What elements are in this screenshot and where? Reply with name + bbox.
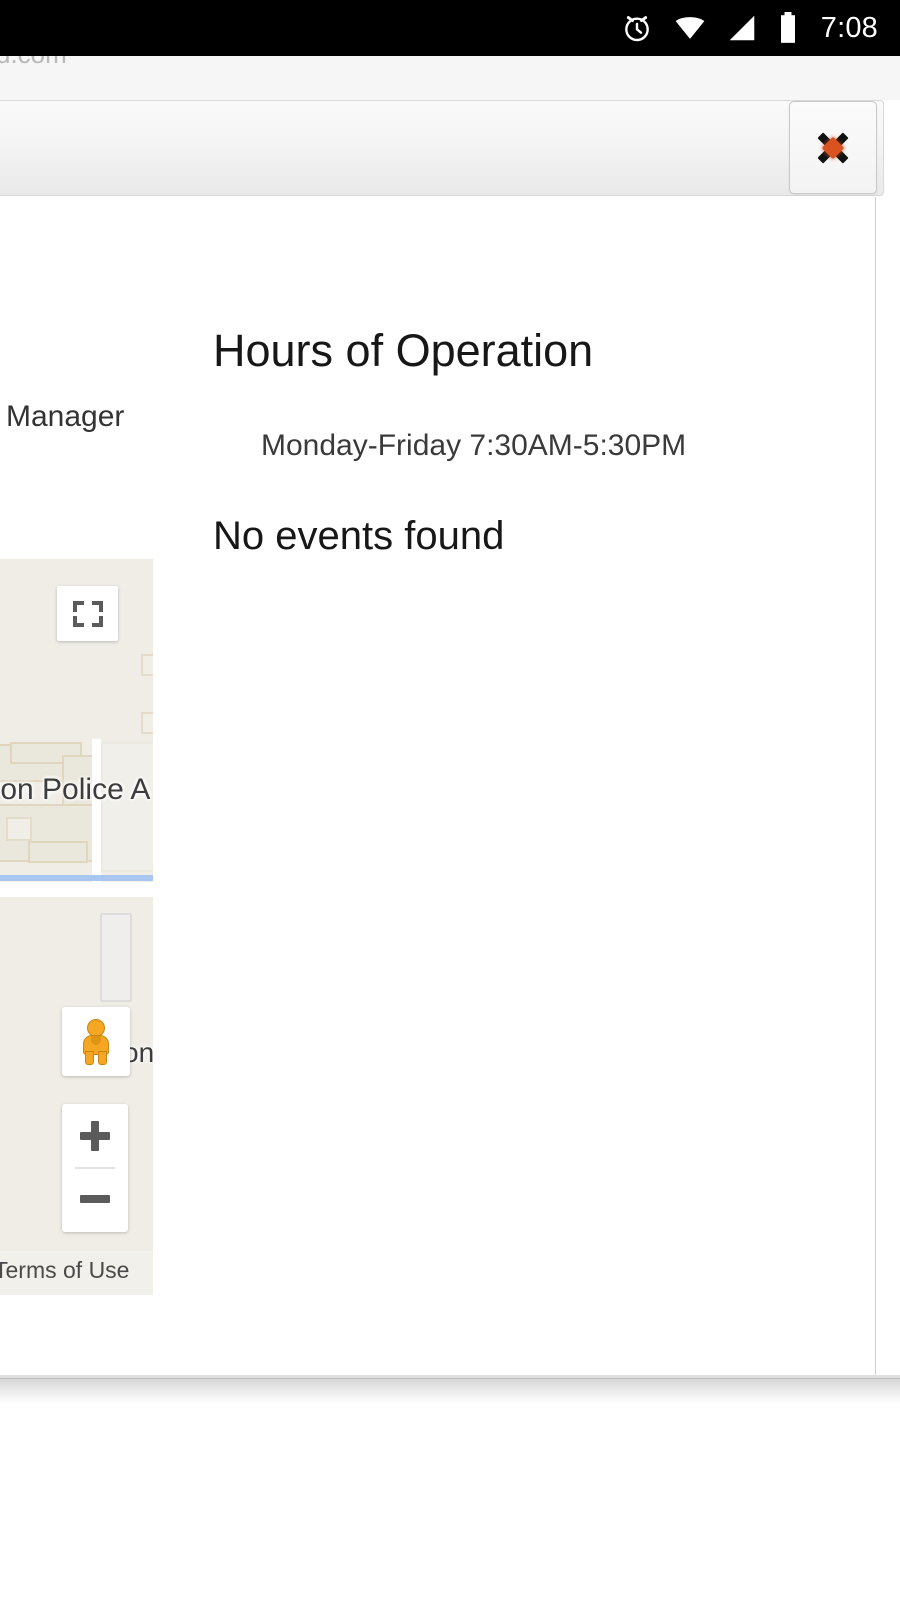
- android-status-bar: 7:08: [0, 0, 900, 56]
- map-building: [141, 712, 153, 734]
- fullscreen-icon: [72, 600, 103, 627]
- street-view-slider[interactable]: [100, 913, 132, 1002]
- close-button[interactable]: [789, 101, 877, 194]
- battery-icon: [777, 12, 799, 44]
- map-building: [6, 817, 32, 841]
- url-bar-clipped[interactable]: d.com: [0, 56, 300, 100]
- status-bar-icons: [621, 12, 799, 44]
- map-building: [141, 654, 153, 676]
- card-drop-shadow: [0, 1378, 900, 1404]
- manager-label: Manager: [6, 400, 125, 433]
- map-road: [92, 739, 101, 882]
- map-fullscreen-button[interactable]: [57, 586, 118, 641]
- map-zoom-in-button[interactable]: [62, 1104, 128, 1167]
- hours-of-operation-value: Monday-Friday 7:30AM-5:30PM: [261, 429, 687, 462]
- street-view-pegman-icon: [79, 1018, 113, 1065]
- close-x-icon: [815, 130, 851, 166]
- screen-root: 7:08 d.com Manager Hours of Operation Mo…: [0, 0, 900, 1600]
- dialog-toolbar: [0, 100, 884, 196]
- map-terms-bar: Terms of Use: [0, 1251, 153, 1295]
- no-events-message: No events found: [213, 514, 505, 558]
- map-block: [101, 742, 153, 872]
- map-water-line: [0, 875, 153, 881]
- minus-icon: [80, 1194, 110, 1203]
- alarm-icon: [621, 12, 653, 44]
- plus-icon: [80, 1120, 110, 1151]
- cellular-signal-icon: [727, 13, 757, 43]
- terms-of-use-link[interactable]: Terms of Use: [0, 1257, 129, 1284]
- url-text: d.com: [0, 56, 67, 70]
- status-bar-clock: 7:08: [820, 11, 878, 44]
- map-place-label: ton Police A: [0, 773, 151, 806]
- map-building: [28, 841, 88, 863]
- street-view-pegman-button[interactable]: [62, 1007, 130, 1076]
- map-zoom-out-button[interactable]: [62, 1167, 128, 1230]
- hours-of-operation-heading: Hours of Operation: [213, 325, 594, 376]
- map-zoom-controls: [62, 1104, 128, 1232]
- wifi-icon: [673, 13, 707, 43]
